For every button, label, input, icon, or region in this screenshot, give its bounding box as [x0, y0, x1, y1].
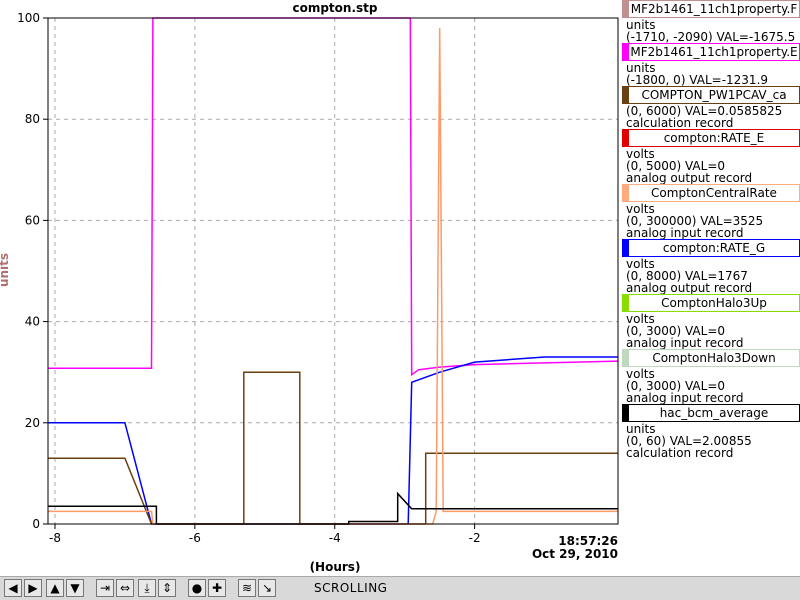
- scroll-button[interactable]: ↘: [258, 579, 276, 597]
- legend-entry-detail: analog output record: [626, 281, 753, 295]
- legend-entry-name[interactable]: ComptonHalo3Up: [622, 294, 800, 312]
- zoom-out-horizontal-icon: ⇔: [119, 581, 131, 595]
- arrow-up-icon: ▲: [50, 581, 60, 595]
- legend-entry: ComptonHalo3Up volts (0, 3000) VAL=0 analog…: [622, 294, 800, 349]
- x-tick-label: -8: [49, 531, 61, 545]
- legend-entry: ComptonCentralRate volts (0, 300000) VAL=3…: [622, 184, 800, 239]
- scroll-status: SCROLLING: [314, 581, 388, 595]
- zoom-out-vertical-button[interactable]: ⇕: [158, 579, 176, 597]
- legend-entry-name[interactable]: compton:RATE_G: [622, 239, 800, 257]
- y-tick-label: 20: [25, 416, 40, 430]
- chart-background: [0, 0, 622, 576]
- arrow-right-button[interactable]: ▶: [24, 579, 42, 597]
- legend-entry: ComptonHalo3Down volts (0, 3000) VAL=0 anal…: [622, 349, 800, 404]
- zoom-in-horizontal-icon: ⇥: [99, 581, 111, 595]
- auto-scale-button[interactable]: ≋: [238, 579, 256, 597]
- zoom-in-vertical-icon: ⤓: [144, 581, 150, 595]
- legend-entry-name[interactable]: MF2b1461_11ch1property.F: [622, 0, 800, 18]
- zoom-in-vertical-button[interactable]: ⤓: [138, 579, 156, 597]
- zoom-out-horizontal-button[interactable]: ⇔: [116, 579, 134, 597]
- timestamp-time: 18:57:26: [558, 534, 618, 548]
- y-tick-label: 0: [32, 517, 40, 531]
- arrow-down-icon: ▼: [70, 581, 80, 595]
- y-tick-label: 100: [17, 11, 40, 25]
- legend-entry-name[interactable]: ComptonCentralRate: [622, 184, 800, 202]
- x-tick-label: -2: [469, 531, 481, 545]
- scroll-icon: ↘: [261, 581, 273, 595]
- arrow-left-icon: ◀: [8, 581, 18, 595]
- legend-entry-name[interactable]: compton:RATE_E: [622, 129, 800, 147]
- auto-scale-icon: ≋: [241, 581, 253, 595]
- legend-entry-detail: (-1800, 0) VAL=-1231.9: [626, 73, 769, 87]
- legend-entry-name[interactable]: MF2b1461_11ch1property.E: [622, 43, 800, 61]
- legend-entry: compton:RATE_G volts (0, 8000) VAL=1767 ana…: [622, 239, 800, 294]
- legend-entry-detail: (-1710, -2090) VAL=-1675.5: [626, 30, 796, 44]
- y-axis-label: units: [0, 253, 11, 287]
- circle-icon: ●: [191, 581, 203, 595]
- legend-entry-detail: analog input record: [626, 226, 744, 240]
- legend-entry: compton:RATE_E volts (0, 5000) VAL=0 analog…: [622, 129, 800, 184]
- y-tick-label: 40: [25, 315, 40, 329]
- legend: MF2b1461_11ch1property.F units (-1710, -20…: [622, 0, 800, 459]
- plus-button[interactable]: ✚: [208, 579, 226, 597]
- toolbar: ◀ ▶ ▲ ▼ ⇥ ⇔ ⤓ ⇕ ● ✚ ≋ ↘ SCROLLING: [0, 576, 800, 600]
- timestamp-date: Oct 29, 2010: [532, 547, 618, 561]
- legend-entry-name[interactable]: COMPTON_PW1PCAV_ca: [622, 86, 800, 104]
- y-tick-label: 60: [25, 213, 40, 227]
- x-tick-label: -4: [329, 531, 341, 545]
- zoom-out-vertical-icon: ⇕: [161, 581, 173, 595]
- legend-entry-detail: analog input record: [626, 391, 744, 405]
- strip-chart: compton.stp 0 20 40 60 80 100 -8 -6 -4 -2 units (…: [0, 0, 622, 576]
- arrow-right-icon: ▶: [28, 581, 38, 595]
- legend-entry-detail: calculation record: [626, 116, 734, 130]
- legend-entry: MF2b1461_11ch1property.E units (-1800, 0) …: [622, 43, 800, 86]
- x-tick-label: -6: [189, 531, 201, 545]
- circle-button[interactable]: ●: [188, 579, 206, 597]
- arrow-up-button[interactable]: ▲: [46, 579, 64, 597]
- legend-entry: MF2b1461_11ch1property.F units (-1710, -20…: [622, 0, 800, 43]
- legend-entry-detail: analog output record: [626, 171, 753, 185]
- plus-icon: ✚: [211, 581, 223, 595]
- legend-entry: hac_bcm_average units (0, 60) VAL=2.00855 c…: [622, 404, 800, 459]
- chart-title: compton.stp: [292, 1, 377, 15]
- y-tick-label: 80: [25, 112, 40, 126]
- legend-entry: COMPTON_PW1PCAV_ca (0, 6000) VAL=0.058582…: [622, 86, 800, 129]
- legend-entry-name[interactable]: ComptonHalo3Down: [622, 349, 800, 367]
- legend-entry-detail: calculation record: [626, 446, 734, 460]
- arrow-down-button[interactable]: ▼: [66, 579, 84, 597]
- arrow-left-button[interactable]: ◀: [4, 579, 22, 597]
- legend-entry-name[interactable]: hac_bcm_average: [622, 404, 800, 422]
- x-axis-label: (Hours): [310, 560, 361, 574]
- legend-entry-detail: analog input record: [626, 336, 744, 350]
- zoom-in-horizontal-button[interactable]: ⇥: [96, 579, 114, 597]
